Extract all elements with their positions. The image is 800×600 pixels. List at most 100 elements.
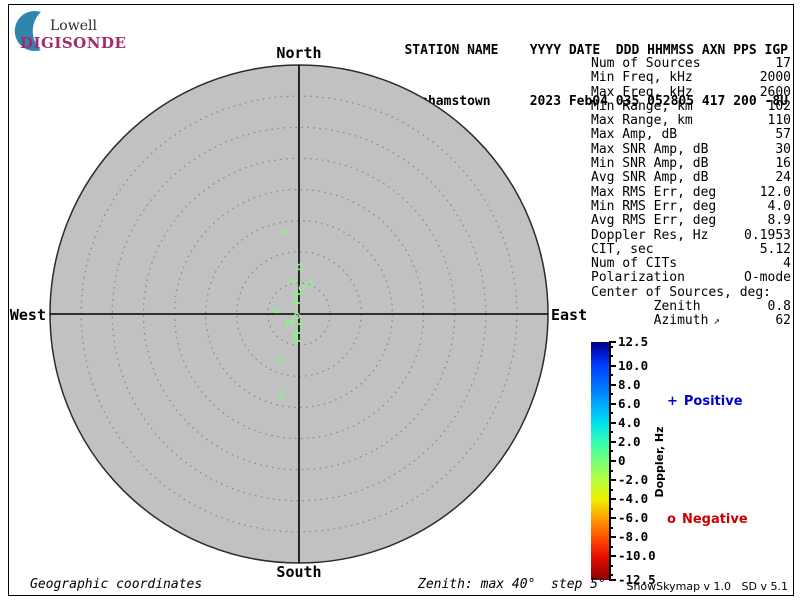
colorbar-minor-tick	[609, 565, 613, 567]
stats-row: Num of CITs 4	[591, 257, 791, 271]
colorbar-minor-tick	[609, 470, 613, 472]
stat-value: 102	[768, 100, 791, 114]
stats-row: Center of Sources, deg:	[591, 286, 791, 300]
stats-row: Max Amp, dB57	[591, 128, 791, 142]
colorbar-minor-tick	[609, 546, 613, 548]
stat-value: 5.12	[760, 243, 791, 257]
coordinates-mode-label: Geographic coordinates	[30, 577, 202, 592]
colorbar-tick-label: -4.0	[618, 491, 648, 506]
compass-label-north: North	[249, 44, 349, 62]
stats-row: Zenith 0.8	[591, 300, 791, 314]
colorbar-tick-label: -8.0	[618, 529, 648, 544]
stat-label: Max Amp, dB	[591, 128, 677, 142]
colorbar-tick-label: 4.0	[618, 415, 641, 430]
stat-value: 0.1953	[744, 229, 791, 243]
stat-label: Num of CITs	[591, 257, 677, 271]
azimuth-arrow-icon: ↗	[713, 314, 720, 328]
logo-text-digisonde: DIGISONDE	[20, 34, 126, 52]
colorbar-axis-title: Doppler, Hz	[653, 412, 669, 512]
stat-value: 8.9	[768, 214, 791, 228]
colorbar-minor-tick	[609, 450, 613, 452]
stat-label: Polarization	[591, 271, 685, 285]
legend-negative-label: Negative	[682, 512, 748, 527]
stat-value: 4	[783, 257, 791, 271]
stats-row: Azimuth ↗ 62	[591, 314, 791, 328]
colorbar-minor-tick	[609, 393, 613, 395]
stat-label: Azimuth	[591, 314, 708, 328]
colorbar-major-tick	[609, 555, 616, 557]
stat-value: 2600	[760, 86, 791, 100]
stat-label: Num of Sources	[591, 57, 701, 71]
stat-label: Zenith	[591, 300, 701, 314]
stats-row: Max Range, km 110	[591, 114, 791, 128]
doppler-colorbar: 12.510.08.06.04.02.00-2.0-4.0-6.0-8.0-10…	[591, 342, 796, 582]
stats-row: Min Range, km102	[591, 100, 791, 114]
colorbar-tick-label: -6.0	[618, 510, 648, 525]
version-label: ShowSkymap v 1.0 SD v 5.1	[626, 580, 788, 593]
colorbar-major-tick	[609, 422, 616, 424]
skymap-plot	[49, 64, 549, 564]
colorbar-major-tick	[609, 460, 616, 462]
stat-value: O-mode	[744, 271, 791, 285]
legend-negative: o Negative	[667, 512, 748, 527]
colorbar-gradient	[591, 342, 609, 580]
stat-label: Max Freq, kHz	[591, 86, 693, 100]
colorbar-major-tick	[609, 579, 616, 581]
stats-row: Min RMS Err, deg4.0	[591, 200, 791, 214]
colorbar-tick-label: 0	[618, 453, 626, 468]
colorbar-minor-tick	[609, 355, 613, 357]
colorbar-major-tick	[609, 365, 616, 367]
stat-label: Min RMS Err, deg	[591, 200, 716, 214]
colorbar-minor-tick	[609, 574, 613, 576]
colorbar-major-tick	[609, 384, 616, 386]
stat-label: Max Range, km	[591, 114, 693, 128]
zenith-scale-label: Zenith: max 40° step 5°	[418, 577, 606, 592]
legend-positive-label: Positive	[684, 394, 743, 409]
colorbar-minor-tick	[609, 508, 613, 510]
stats-row: Doppler Res, Hz0.1953	[591, 229, 791, 243]
stat-label: CIT, sec	[591, 243, 654, 257]
colorbar-tick-label: -2.0	[618, 472, 648, 487]
stats-row: Max SNR Amp, dB30	[591, 143, 791, 157]
stat-label: Avg SNR Amp, dB	[591, 171, 708, 185]
stat-value: 12.0	[760, 186, 791, 200]
stat-value: 17	[775, 57, 791, 71]
stats-row: CIT, sec 5.12	[591, 243, 791, 257]
compass-label-west: West	[0, 306, 46, 324]
stats-row: Avg SNR Amp, dB 24	[591, 171, 791, 185]
stat-label: Min Freq, kHz	[591, 71, 693, 85]
colorbar-major-tick	[609, 517, 616, 519]
logo-text-lowell: Lowell	[50, 18, 97, 34]
stat-value: 62	[775, 314, 791, 328]
lowell-digisonde-logo: Lowell DIGISONDE	[12, 6, 142, 56]
colorbar-tick-label: 2.0	[618, 434, 641, 449]
stat-value: 0.8	[768, 300, 791, 314]
stats-row: Max RMS Err, deg12.0	[591, 186, 791, 200]
colorbar-tick-label: 10.0	[618, 358, 648, 373]
colorbar-major-tick	[609, 441, 616, 443]
stat-label: Min SNR Amp, dB	[591, 157, 708, 171]
stats-row: Max Freq, kHz 2600	[591, 86, 791, 100]
colorbar-minor-tick	[609, 431, 613, 433]
colorbar-tick-label: 8.0	[618, 377, 641, 392]
colorbar-major-tick	[609, 479, 616, 481]
stat-value: 24	[775, 171, 791, 185]
plus-symbol-icon: +	[667, 394, 678, 409]
stat-label: Max SNR Amp, dB	[591, 143, 708, 157]
colorbar-major-tick	[609, 341, 616, 343]
stat-label: Avg RMS Err, deg	[591, 214, 716, 228]
stats-row: Min SNR Amp, dB 16	[591, 157, 791, 171]
stat-value: 16	[775, 157, 791, 171]
circle-symbol-icon: o	[667, 512, 676, 527]
colorbar-major-tick	[609, 536, 616, 538]
compass-label-south: South	[249, 563, 349, 581]
stat-value: 2000	[760, 71, 791, 85]
legend-positive: + Positive	[667, 394, 743, 409]
colorbar-major-tick	[609, 403, 616, 405]
stats-panel: Num of Sources17Min Freq, kHz2000Max Fre…	[591, 57, 791, 329]
colorbar-minor-tick	[609, 412, 613, 414]
stat-value: 110	[768, 114, 791, 128]
colorbar-major-tick	[609, 498, 616, 500]
colorbar-tick-label: -10.0	[618, 548, 656, 563]
stats-row: Min Freq, kHz 2000	[591, 71, 791, 85]
